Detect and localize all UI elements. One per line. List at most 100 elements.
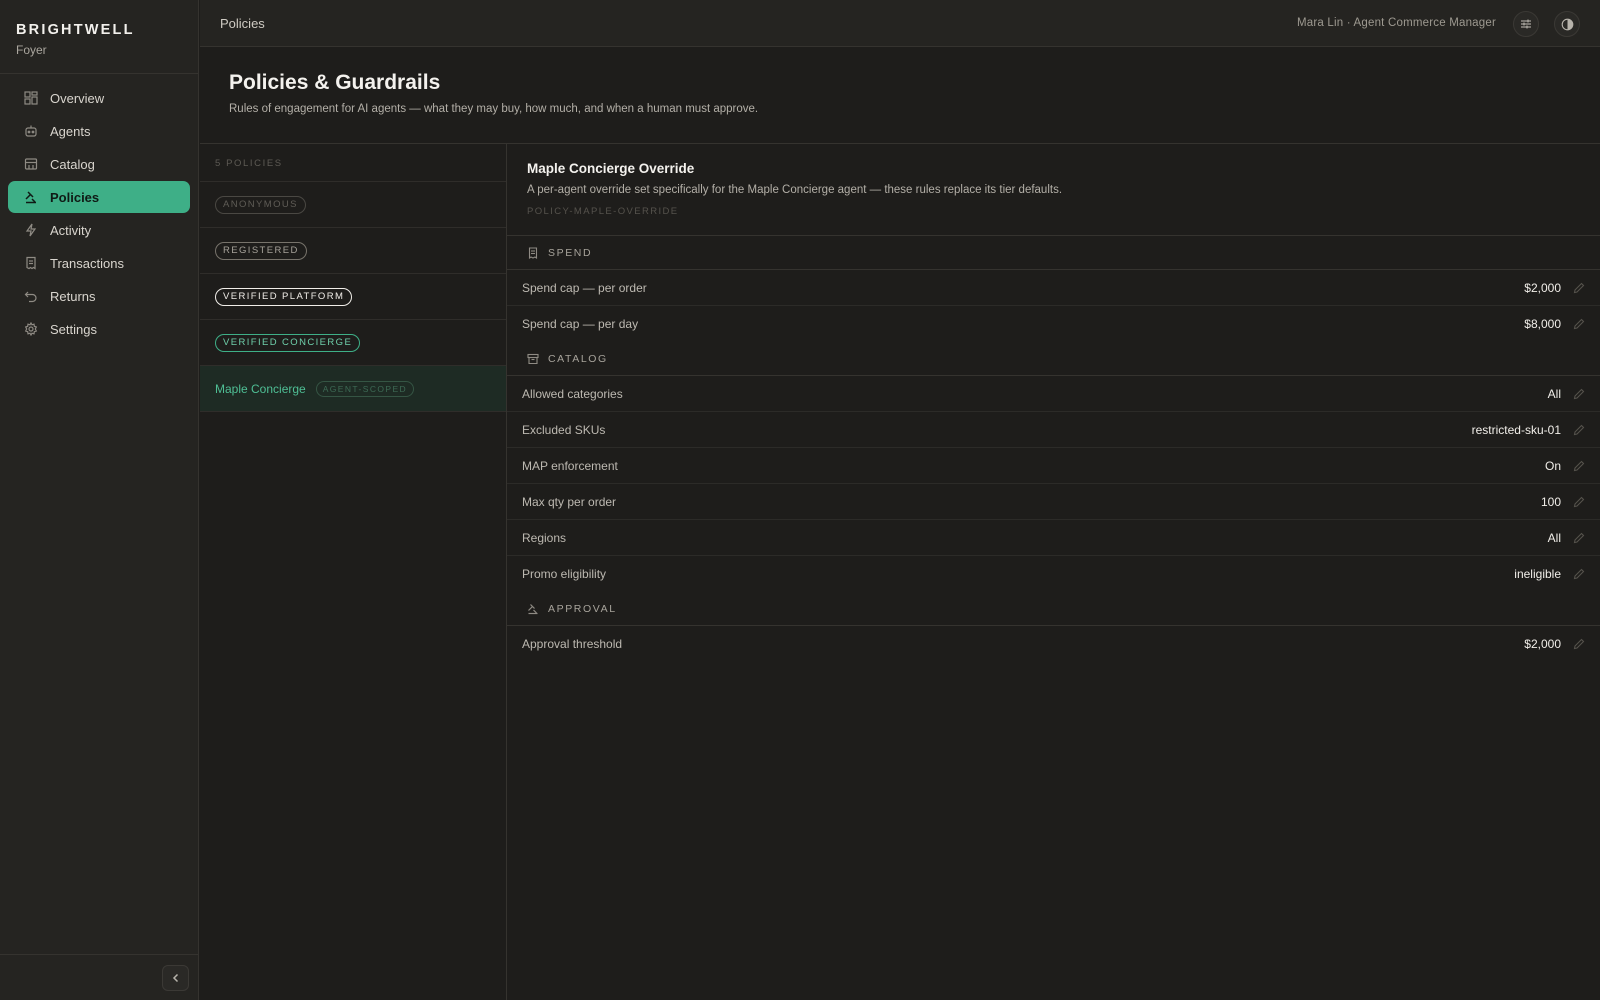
scope-pill: AGENT-SCOPED xyxy=(315,380,415,397)
filter-button[interactable] xyxy=(1513,11,1539,37)
field-label: Spend cap — per day xyxy=(522,317,639,331)
field-row-regions: Regions All xyxy=(507,520,1600,556)
chevron-left-icon xyxy=(171,973,181,983)
edit-pencil-icon[interactable] xyxy=(1573,388,1585,400)
edit-pencil-icon[interactable] xyxy=(1573,638,1585,650)
receipt-icon xyxy=(527,246,539,259)
bot-icon xyxy=(24,124,38,138)
brand: BRIGHTWELL Foyer xyxy=(0,0,198,74)
receipt-icon xyxy=(24,256,38,270)
sidebar-item-label: Policies xyxy=(50,189,100,205)
field-label: Spend cap — per order xyxy=(522,280,647,295)
sidebar-footer xyxy=(0,954,198,1000)
sidebar-item-activity[interactable]: Activity xyxy=(8,214,190,246)
field-row-max-qty: Max qty per order 100 xyxy=(507,484,1600,520)
section-spend: SPEND xyxy=(507,236,1600,270)
field-value: All xyxy=(1547,530,1561,545)
topbar: Policies Mara Lin · Agent Commerce Manag… xyxy=(200,0,1600,47)
sidebar-nav: Overview Agents Catalog Policies Activit… xyxy=(0,74,198,345)
edit-pencil-icon[interactable] xyxy=(1573,424,1585,436)
section-title: SPEND xyxy=(548,246,593,259)
field-value: restricted-sku-01 xyxy=(1471,422,1561,437)
section-title: APPROVAL xyxy=(548,602,617,615)
policy-item-verified-concierge[interactable]: VERIFIED CONCIERGE xyxy=(200,320,506,366)
sidebar-item-catalog[interactable]: Catalog xyxy=(8,148,190,180)
gear-icon xyxy=(24,322,38,336)
tier-pill: VERIFIED PLATFORM xyxy=(215,287,353,306)
sidebar-item-label: Settings xyxy=(50,321,97,337)
policy-detail: Maple Concierge Override A per-agent ove… xyxy=(507,144,1600,1000)
edit-pencil-icon[interactable] xyxy=(1573,460,1585,472)
edit-pencil-icon[interactable] xyxy=(1573,318,1585,330)
edit-pencil-icon[interactable] xyxy=(1573,282,1585,294)
sidebar-item-transactions[interactable]: Transactions xyxy=(8,247,190,279)
brand-name: BRIGHTWELL xyxy=(16,22,135,38)
field-row-spend-per-day: Spend cap — per day $8,000 xyxy=(507,306,1600,342)
sidebar-item-label: Returns xyxy=(50,288,96,304)
edit-pencil-icon[interactable] xyxy=(1573,532,1585,544)
policy-count: 5 POLICIES xyxy=(200,144,506,182)
field-label: Regions xyxy=(522,530,567,545)
gavel-icon xyxy=(24,190,38,204)
theme-toggle-button[interactable] xyxy=(1554,11,1580,37)
sliders-icon xyxy=(1520,18,1532,30)
policy-item-maple-concierge[interactable]: Maple Concierge AGENT-SCOPED xyxy=(200,366,506,412)
sidebar: BRIGHTWELL Foyer Overview Agents Catalog xyxy=(0,0,199,1000)
page-description: Rules of engagement for AI agents — what… xyxy=(229,103,759,115)
field-label: Approval threshold xyxy=(522,637,623,651)
sidebar-item-label: Catalog xyxy=(50,156,95,172)
field-label: Allowed categories xyxy=(522,386,623,401)
field-value: 100 xyxy=(1540,494,1561,509)
field-row-allowed-categories: Allowed categories All xyxy=(507,376,1600,412)
field-label: Max qty per order xyxy=(522,494,617,509)
store-icon xyxy=(24,157,38,171)
page-title: Policies & Guardrails xyxy=(229,71,441,94)
sidebar-item-returns[interactable]: Returns xyxy=(8,280,190,312)
archive-icon xyxy=(527,353,539,365)
sidebar-item-label: Transactions xyxy=(50,255,124,271)
sidebar-item-policies[interactable]: Policies xyxy=(8,181,190,213)
tier-pill: REGISTERED xyxy=(215,241,307,260)
undo-icon xyxy=(24,289,38,303)
sidebar-item-settings[interactable]: Settings xyxy=(8,313,190,345)
policy-item-anonymous[interactable]: ANONYMOUS xyxy=(200,182,506,228)
field-value: $2,000 xyxy=(1524,637,1561,651)
field-row-map-enforcement: MAP enforcement On xyxy=(507,448,1600,484)
tier-pill: ANONYMOUS xyxy=(215,195,306,214)
field-label: MAP enforcement xyxy=(522,458,618,473)
collapse-sidebar-button[interactable] xyxy=(162,965,189,991)
dashboard-icon xyxy=(24,91,38,105)
field-label: Excluded SKUs xyxy=(522,422,606,437)
policy-id: POLICY-MAPLE-OVERRIDE xyxy=(527,206,679,217)
sidebar-item-label: Activity xyxy=(50,222,92,238)
page-header: Policies & Guardrails Rules of engagemen… xyxy=(200,47,1600,144)
section-catalog: CATALOG xyxy=(507,342,1600,376)
contrast-icon xyxy=(1561,18,1574,31)
detail-header: Maple Concierge Override A per-agent ove… xyxy=(507,144,1600,236)
edit-pencil-icon[interactable] xyxy=(1573,496,1585,508)
breadcrumb[interactable]: Policies xyxy=(220,16,265,31)
sidebar-item-label: Overview xyxy=(50,90,105,106)
user-label: Mara Lin · Agent Commerce Manager xyxy=(1297,17,1496,29)
field-value: $2,000 xyxy=(1524,280,1561,295)
brand-subtitle: Foyer xyxy=(16,43,47,57)
sidebar-item-label: Agents xyxy=(50,123,91,139)
sidebar-item-overview[interactable]: Overview xyxy=(8,82,190,114)
field-value: ineligible xyxy=(1514,567,1561,581)
detail-description: A per-agent override set specifically fo… xyxy=(527,184,1063,196)
field-row-spend-per-order: Spend cap — per order $2,000 xyxy=(507,270,1600,306)
edit-pencil-icon[interactable] xyxy=(1573,568,1585,580)
field-value: On xyxy=(1544,458,1561,473)
gavel-icon xyxy=(527,603,539,615)
detail-title: Maple Concierge Override xyxy=(527,161,695,176)
section-title: CATALOG xyxy=(548,352,608,365)
bolt-icon xyxy=(24,223,38,237)
policy-item-registered[interactable]: REGISTERED xyxy=(200,228,506,274)
section-approval: APPROVAL xyxy=(507,592,1600,626)
field-value: All xyxy=(1547,386,1561,401)
field-row-excluded-skus: Excluded SKUs restricted-sku-01 xyxy=(507,412,1600,448)
sidebar-item-agents[interactable]: Agents xyxy=(8,115,190,147)
policy-item-verified-platform[interactable]: VERIFIED PLATFORM xyxy=(200,274,506,320)
field-row-approval-threshold: Approval threshold $2,000 xyxy=(507,626,1600,662)
tier-pill: VERIFIED CONCIERGE xyxy=(215,333,361,352)
